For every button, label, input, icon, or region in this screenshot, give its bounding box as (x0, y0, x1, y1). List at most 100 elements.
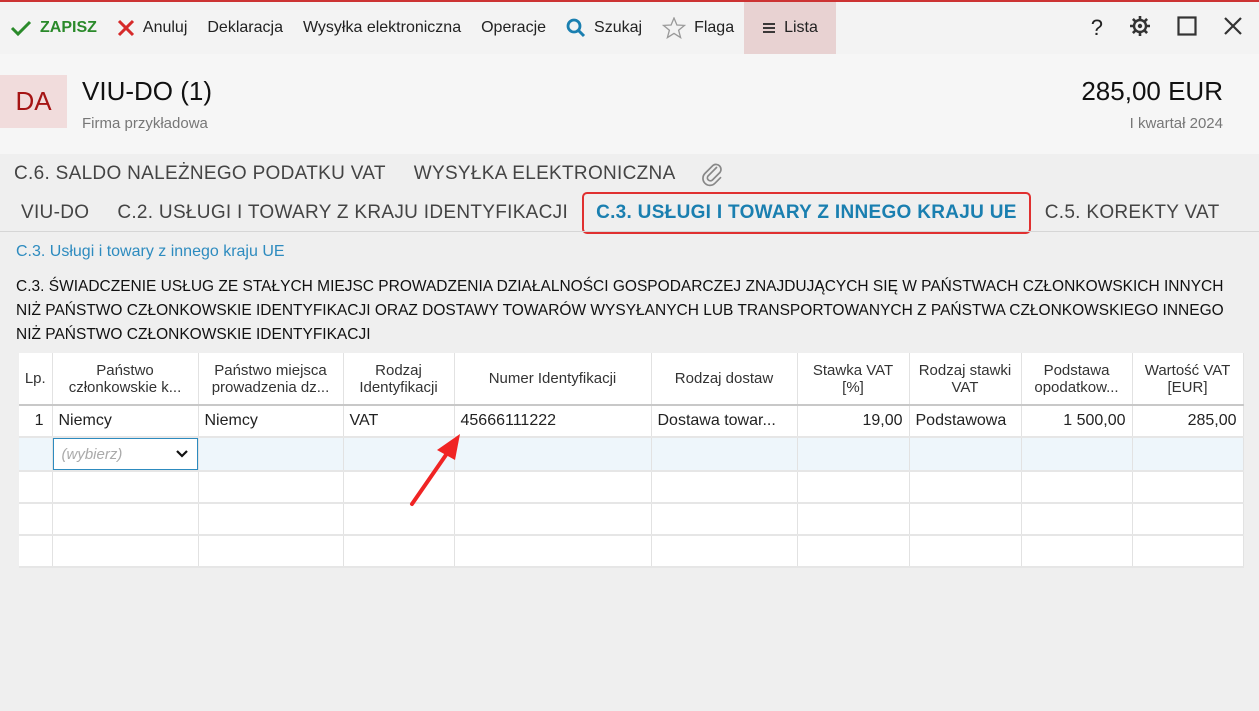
list-label: Lista (784, 19, 818, 36)
cell-empty[interactable] (454, 437, 652, 472)
cell-empty (1132, 503, 1244, 536)
cell-empty (343, 471, 455, 504)
table-row-empty (19, 471, 1244, 504)
cell-empty (1021, 503, 1133, 536)
operations-button[interactable]: Operacje (471, 2, 556, 54)
cell-empty (19, 471, 53, 504)
tabs-divider (0, 231, 1259, 232)
cell-empty (909, 471, 1022, 504)
cell-empty (52, 471, 199, 504)
save-button[interactable]: ZAPISZ (0, 2, 107, 54)
cell-empty[interactable] (198, 437, 344, 472)
col-header-id-type[interactable]: Rodzaj Identyfikacji (343, 353, 455, 406)
cell-supply-type[interactable]: Dostawa towar... (651, 405, 798, 438)
table-row[interactable]: 1 Niemcy Niemcy VAT 45666111222 Dostawa … (19, 405, 1244, 438)
operations-label: Operacje (481, 19, 547, 36)
tab-c2[interactable]: C.2. USŁUGI I TOWARY Z KRAJU IDENTYFIKAC… (103, 202, 582, 224)
star-icon (662, 17, 687, 39)
tabs-row-2: VIU-DO C.2. USŁUGI I TOWARY Z KRAJU IDEN… (7, 190, 1234, 236)
col-header-lp[interactable]: Lp. (19, 353, 53, 406)
cell-empty[interactable] (797, 437, 910, 472)
cell-country-business[interactable]: Niemcy (198, 405, 344, 438)
cell-empty (343, 503, 455, 536)
cell-id-type[interactable]: VAT (343, 405, 455, 438)
chevron-down-icon[interactable] (175, 446, 189, 463)
cell-empty (454, 471, 652, 504)
cell-empty (909, 503, 1022, 536)
electronic-send-button[interactable]: Wysyłka elektroniczna (293, 2, 471, 54)
maximize-icon (1177, 15, 1197, 41)
cell-empty (797, 503, 910, 536)
data-grid: Lp. Państwo członkowskie k... Państwo mi… (19, 353, 1244, 568)
tabs-row-1: C.6. SALDO NALEŻNEGO PODATKU VAT WYSYŁKA… (0, 157, 726, 191)
cell-empty (52, 535, 199, 568)
table-row-new[interactable]: (wybierz) (19, 437, 1244, 472)
close-x-icon (117, 19, 135, 37)
cell-vat-rate-type[interactable]: Podstawowa (909, 405, 1022, 438)
cell-vat-rate[interactable]: 19,00 (797, 405, 910, 438)
col-header-supply-type[interactable]: Rodzaj dostaw (651, 353, 798, 406)
cell-empty[interactable] (343, 437, 455, 472)
col-header-vat-value[interactable]: Wartość VAT [EUR] (1132, 353, 1244, 406)
cell-id-number[interactable]: 45666111222 (454, 405, 652, 438)
help-button[interactable]: ? (1078, 2, 1116, 54)
col-header-id-number[interactable]: Numer Identyfikacji (454, 353, 652, 406)
tab-c5[interactable]: C.5. KOREKTY VAT (1031, 202, 1234, 224)
section-description: C.3. ŚWIADCZENIE USŁUG ZE STAŁYCH MIEJSC… (16, 278, 1224, 343)
dropdown-placeholder: (wybierz) (61, 445, 123, 463)
tab-viu-do[interactable]: VIU-DO (7, 202, 103, 224)
tab-c3[interactable]: C.3. USŁUGI I TOWARY Z INNEGO KRAJU UE (582, 192, 1031, 234)
col-header-tax-base[interactable]: Podstawa opodatkow... (1021, 353, 1133, 406)
cell-tax-base[interactable]: 1 500,00 (1021, 405, 1133, 438)
cell-empty (343, 535, 455, 568)
declaration-button[interactable]: Deklaracja (197, 2, 293, 54)
cell-lp: 1 (19, 405, 53, 438)
cell-empty (651, 535, 798, 568)
col-header-vat-rate[interactable]: Stawka VAT [%] (797, 353, 910, 406)
electronic-send-label: Wysyłka elektroniczna (302, 19, 462, 36)
col-header-country-id[interactable]: Państwo członkowskie k... (52, 353, 199, 406)
cell-empty[interactable] (909, 437, 1022, 472)
search-icon (566, 18, 586, 38)
cell-empty (909, 535, 1022, 568)
save-label: ZAPISZ (40, 19, 97, 36)
cell-empty (198, 535, 344, 568)
close-icon (1223, 16, 1243, 41)
company-name: Firma przykładowa (82, 115, 208, 132)
col-header-vat-rate-type[interactable]: Rodzaj stawki VAT (909, 353, 1022, 406)
cancel-label: Anuluj (142, 19, 188, 36)
settings-button[interactable] (1116, 2, 1164, 54)
cell-empty (19, 437, 53, 472)
search-button[interactable]: Szukaj (556, 2, 652, 54)
document-type-badge: DA (0, 75, 67, 128)
section-title: C.3. Usługi i towary z innego kraju UE (16, 243, 285, 260)
list-button[interactable]: Lista (744, 2, 836, 54)
document-header: DA VIU-DO (1) Firma przykładowa 285,00 E… (0, 54, 1259, 154)
period-label: I kwartał 2024 (1129, 115, 1223, 132)
col-header-country-business[interactable]: Państwo miejsca prowadzenia dz... (198, 353, 344, 406)
cell-empty (1021, 535, 1133, 568)
tab-electronic-send[interactable]: WYSYŁKA ELEKTRONICZNA (400, 163, 690, 185)
hamburger-icon (762, 22, 776, 34)
cell-empty (651, 503, 798, 536)
help-label: ? (1090, 15, 1103, 40)
cell-empty[interactable] (651, 437, 798, 472)
maximize-button[interactable] (1164, 2, 1210, 54)
cell-country-id[interactable]: Niemcy (52, 405, 199, 438)
cell-empty[interactable] (1021, 437, 1133, 472)
cancel-button[interactable]: Anuluj (107, 2, 197, 54)
paperclip-icon[interactable] (700, 161, 726, 187)
cell-empty (1132, 535, 1244, 568)
cell-empty (19, 503, 53, 536)
flag-button[interactable]: Flaga (652, 2, 744, 54)
cell-empty[interactable] (1132, 437, 1244, 472)
close-window-button[interactable] (1210, 2, 1259, 54)
cell-country-id-editor[interactable]: (wybierz) (52, 437, 199, 472)
country-dropdown[interactable]: (wybierz) (52, 438, 197, 469)
flag-label: Flaga (694, 19, 735, 36)
cell-empty (1132, 471, 1244, 504)
search-label: Szukaj (594, 19, 643, 36)
cell-vat-value[interactable]: 285,00 (1132, 405, 1244, 438)
window-controls: ? (1078, 2, 1259, 54)
tab-saldo[interactable]: C.6. SALDO NALEŻNEGO PODATKU VAT (0, 163, 400, 185)
